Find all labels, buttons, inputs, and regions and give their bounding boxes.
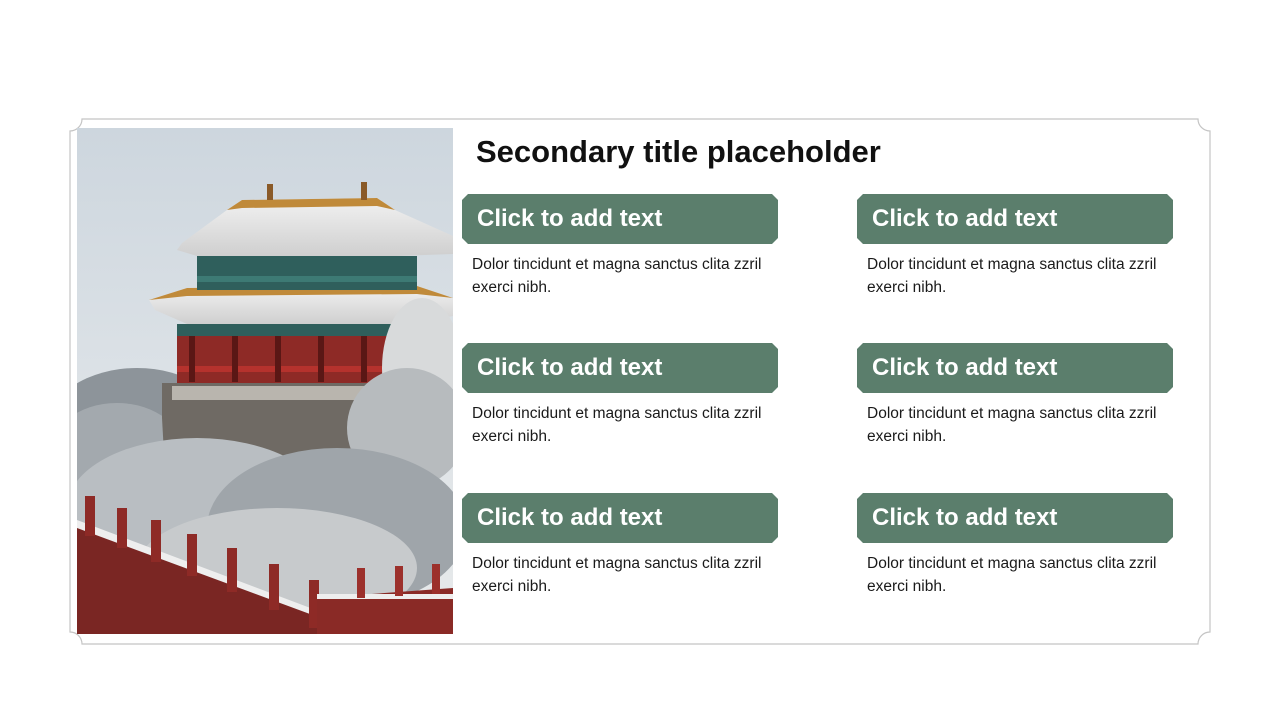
content-card: Click to add text Dolor tincidunt et mag…	[462, 493, 782, 598]
card-heading[interactable]: Click to add text	[872, 194, 1057, 244]
content-card: Click to add text Dolor tincidunt et mag…	[857, 493, 1177, 598]
card-heading[interactable]: Click to add text	[477, 343, 662, 393]
slide-title[interactable]: Secondary title placeholder	[476, 132, 881, 172]
card-body[interactable]: Dolor tincidunt et magna sanctus clita z…	[472, 253, 777, 299]
palace-photo	[77, 128, 453, 634]
content-card: Click to add text Dolor tincidunt et mag…	[857, 194, 1177, 299]
card-header[interactable]: Click to add text	[462, 343, 778, 393]
card-heading[interactable]: Click to add text	[477, 194, 662, 244]
content-card: Click to add text Dolor tincidunt et mag…	[857, 343, 1177, 448]
card-header[interactable]: Click to add text	[462, 493, 778, 543]
content-card: Click to add text Dolor tincidunt et mag…	[462, 194, 782, 299]
slide: Secondary title placeholder Click to add…	[0, 0, 1280, 720]
card-header[interactable]: Click to add text	[857, 194, 1173, 244]
card-body[interactable]: Dolor tincidunt et magna sanctus clita z…	[472, 402, 777, 448]
card-header[interactable]: Click to add text	[857, 493, 1173, 543]
card-body[interactable]: Dolor tincidunt et magna sanctus clita z…	[867, 402, 1172, 448]
card-body[interactable]: Dolor tincidunt et magna sanctus clita z…	[867, 552, 1172, 598]
card-heading[interactable]: Click to add text	[872, 493, 1057, 543]
card-header[interactable]: Click to add text	[462, 194, 778, 244]
card-heading[interactable]: Click to add text	[872, 343, 1057, 393]
card-heading[interactable]: Click to add text	[477, 493, 662, 543]
content-card: Click to add text Dolor tincidunt et mag…	[462, 343, 782, 448]
card-body[interactable]: Dolor tincidunt et magna sanctus clita z…	[867, 253, 1172, 299]
card-header[interactable]: Click to add text	[857, 343, 1173, 393]
card-body[interactable]: Dolor tincidunt et magna sanctus clita z…	[472, 552, 777, 598]
